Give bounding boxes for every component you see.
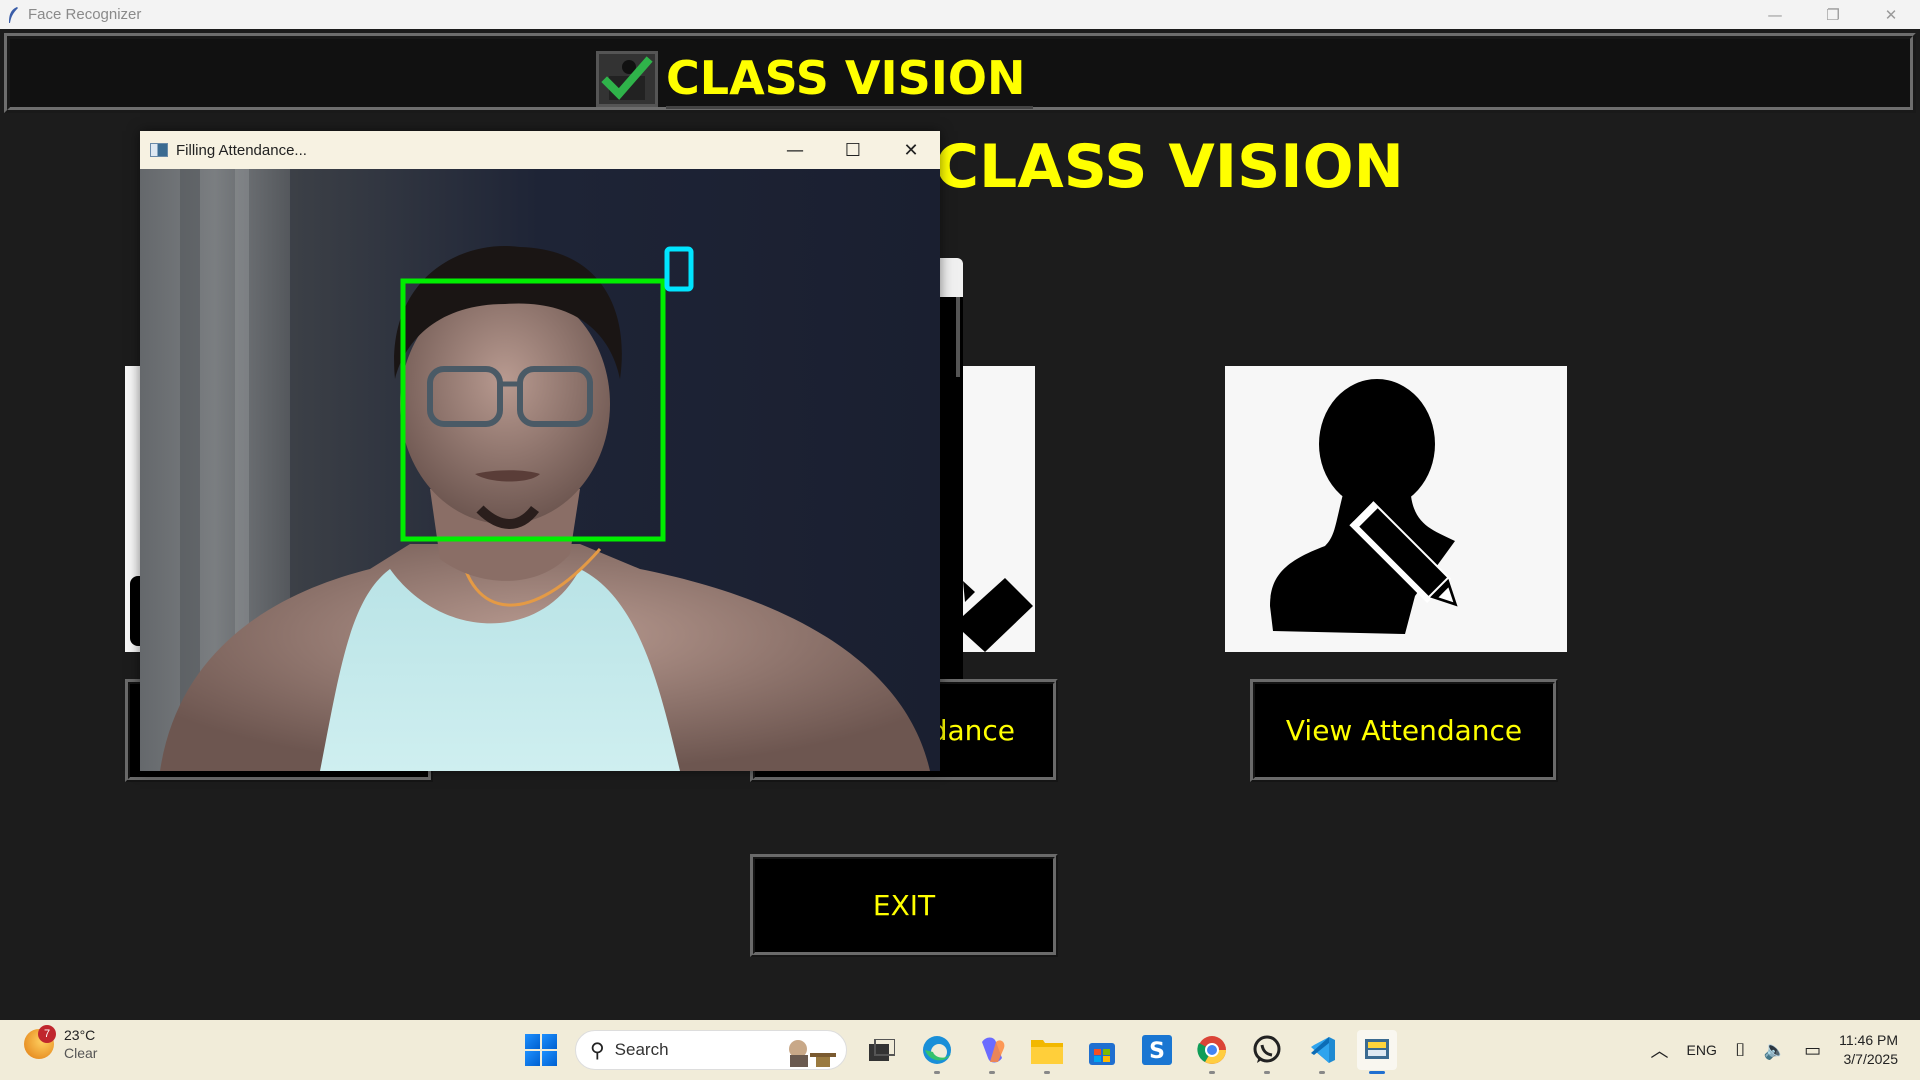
exit-label: EXIT [872, 889, 936, 922]
volume-icon[interactable]: 🔈 [1764, 1040, 1786, 1061]
taskbar: 7 23°C Clear ⚲ Search S ︿ ENG ⌷ 🔈 ▭ 11:4… [0, 1020, 1920, 1080]
popup-maximize-button[interactable]: ☐ [824, 131, 882, 169]
svg-text:S: S [1149, 1039, 1165, 1064]
file-explorer-icon[interactable] [1027, 1030, 1067, 1074]
user-edit-icon [1270, 379, 1458, 634]
header-title: CLASS VISION [666, 50, 1034, 109]
weather-sun-icon: 7 [24, 1025, 56, 1059]
window-title: Face Recognizer [28, 6, 142, 23]
s-app-icon[interactable]: S [1137, 1030, 1177, 1070]
window-titlebar: Face Recognizer — ❐ ✕ [0, 0, 1920, 29]
battery-icon[interactable]: ▭ [1804, 1040, 1821, 1061]
camera-feed [140, 169, 940, 771]
taskbar-search[interactable]: ⚲ Search [575, 1030, 847, 1070]
whatsapp-icon[interactable] [1247, 1030, 1287, 1074]
popup-minimize-button[interactable]: — [766, 131, 824, 169]
close-button[interactable]: ✕ [1862, 0, 1920, 29]
weather-widget[interactable]: 7 23°C Clear [24, 1025, 98, 1062]
task-view-icon[interactable] [862, 1030, 902, 1070]
search-placeholder: Search [614, 1040, 669, 1059]
edge-icon[interactable] [917, 1030, 957, 1074]
system-tray: ︿ ENG ⌷ 🔈 ▭ 11:46 PM 3/7/2025 [1651, 1020, 1920, 1080]
header-bar: CLASS VISION [4, 33, 1916, 113]
weather-condition: Clear [64, 1045, 98, 1061]
take-attendance-label: dance [929, 714, 1015, 747]
copilot-icon[interactable] [972, 1030, 1012, 1074]
chrome-icon[interactable] [1192, 1030, 1232, 1074]
checkmark-person-icon [596, 51, 658, 107]
restore-button[interactable]: ❐ [1804, 0, 1862, 29]
network-icon[interactable]: ⌷ [1735, 1040, 1746, 1061]
view-attendance-card[interactable] [1225, 366, 1567, 652]
popup-titlebar: Filling Attendance... — ☐ ✕ [140, 131, 940, 169]
start-windows-icon[interactable] [525, 1034, 557, 1066]
clock[interactable]: 11:46 PM 3/7/2025 [1839, 1031, 1898, 1069]
panel-border [940, 297, 960, 377]
store-icon[interactable] [1082, 1030, 1122, 1070]
feather-icon [9, 6, 18, 23]
view-attendance-button[interactable]: View Attendance [1250, 679, 1558, 782]
clock-date: 3/7/2025 [1843, 1051, 1899, 1067]
view-attendance-label: View Attendance [1285, 714, 1523, 747]
python-app-icon[interactable] [1357, 1030, 1397, 1074]
weather-badge: 7 [38, 1025, 56, 1043]
minimize-button[interactable]: — [1746, 0, 1804, 29]
language-indicator[interactable]: ENG [1687, 1042, 1717, 1058]
popup-close-button[interactable]: ✕ [882, 131, 940, 169]
popup-title: Filling Attendance... [176, 141, 307, 159]
opencv-window-icon [150, 143, 168, 157]
exit-button[interactable]: EXIT [750, 854, 1058, 957]
page-title: CLASS VISION [935, 132, 1404, 202]
vscode-icon[interactable] [1302, 1030, 1342, 1074]
attendance-popup-window: Filling Attendance... — ☐ ✕ [140, 131, 940, 771]
weather-temp: 23°C [64, 1027, 96, 1043]
chevron-up-icon[interactable]: ︿ [1651, 1037, 1669, 1063]
search-icon: ⚲ [590, 1038, 605, 1062]
clock-time: 11:46 PM [1839, 1032, 1898, 1048]
search-highlight-icon [789, 1040, 836, 1067]
